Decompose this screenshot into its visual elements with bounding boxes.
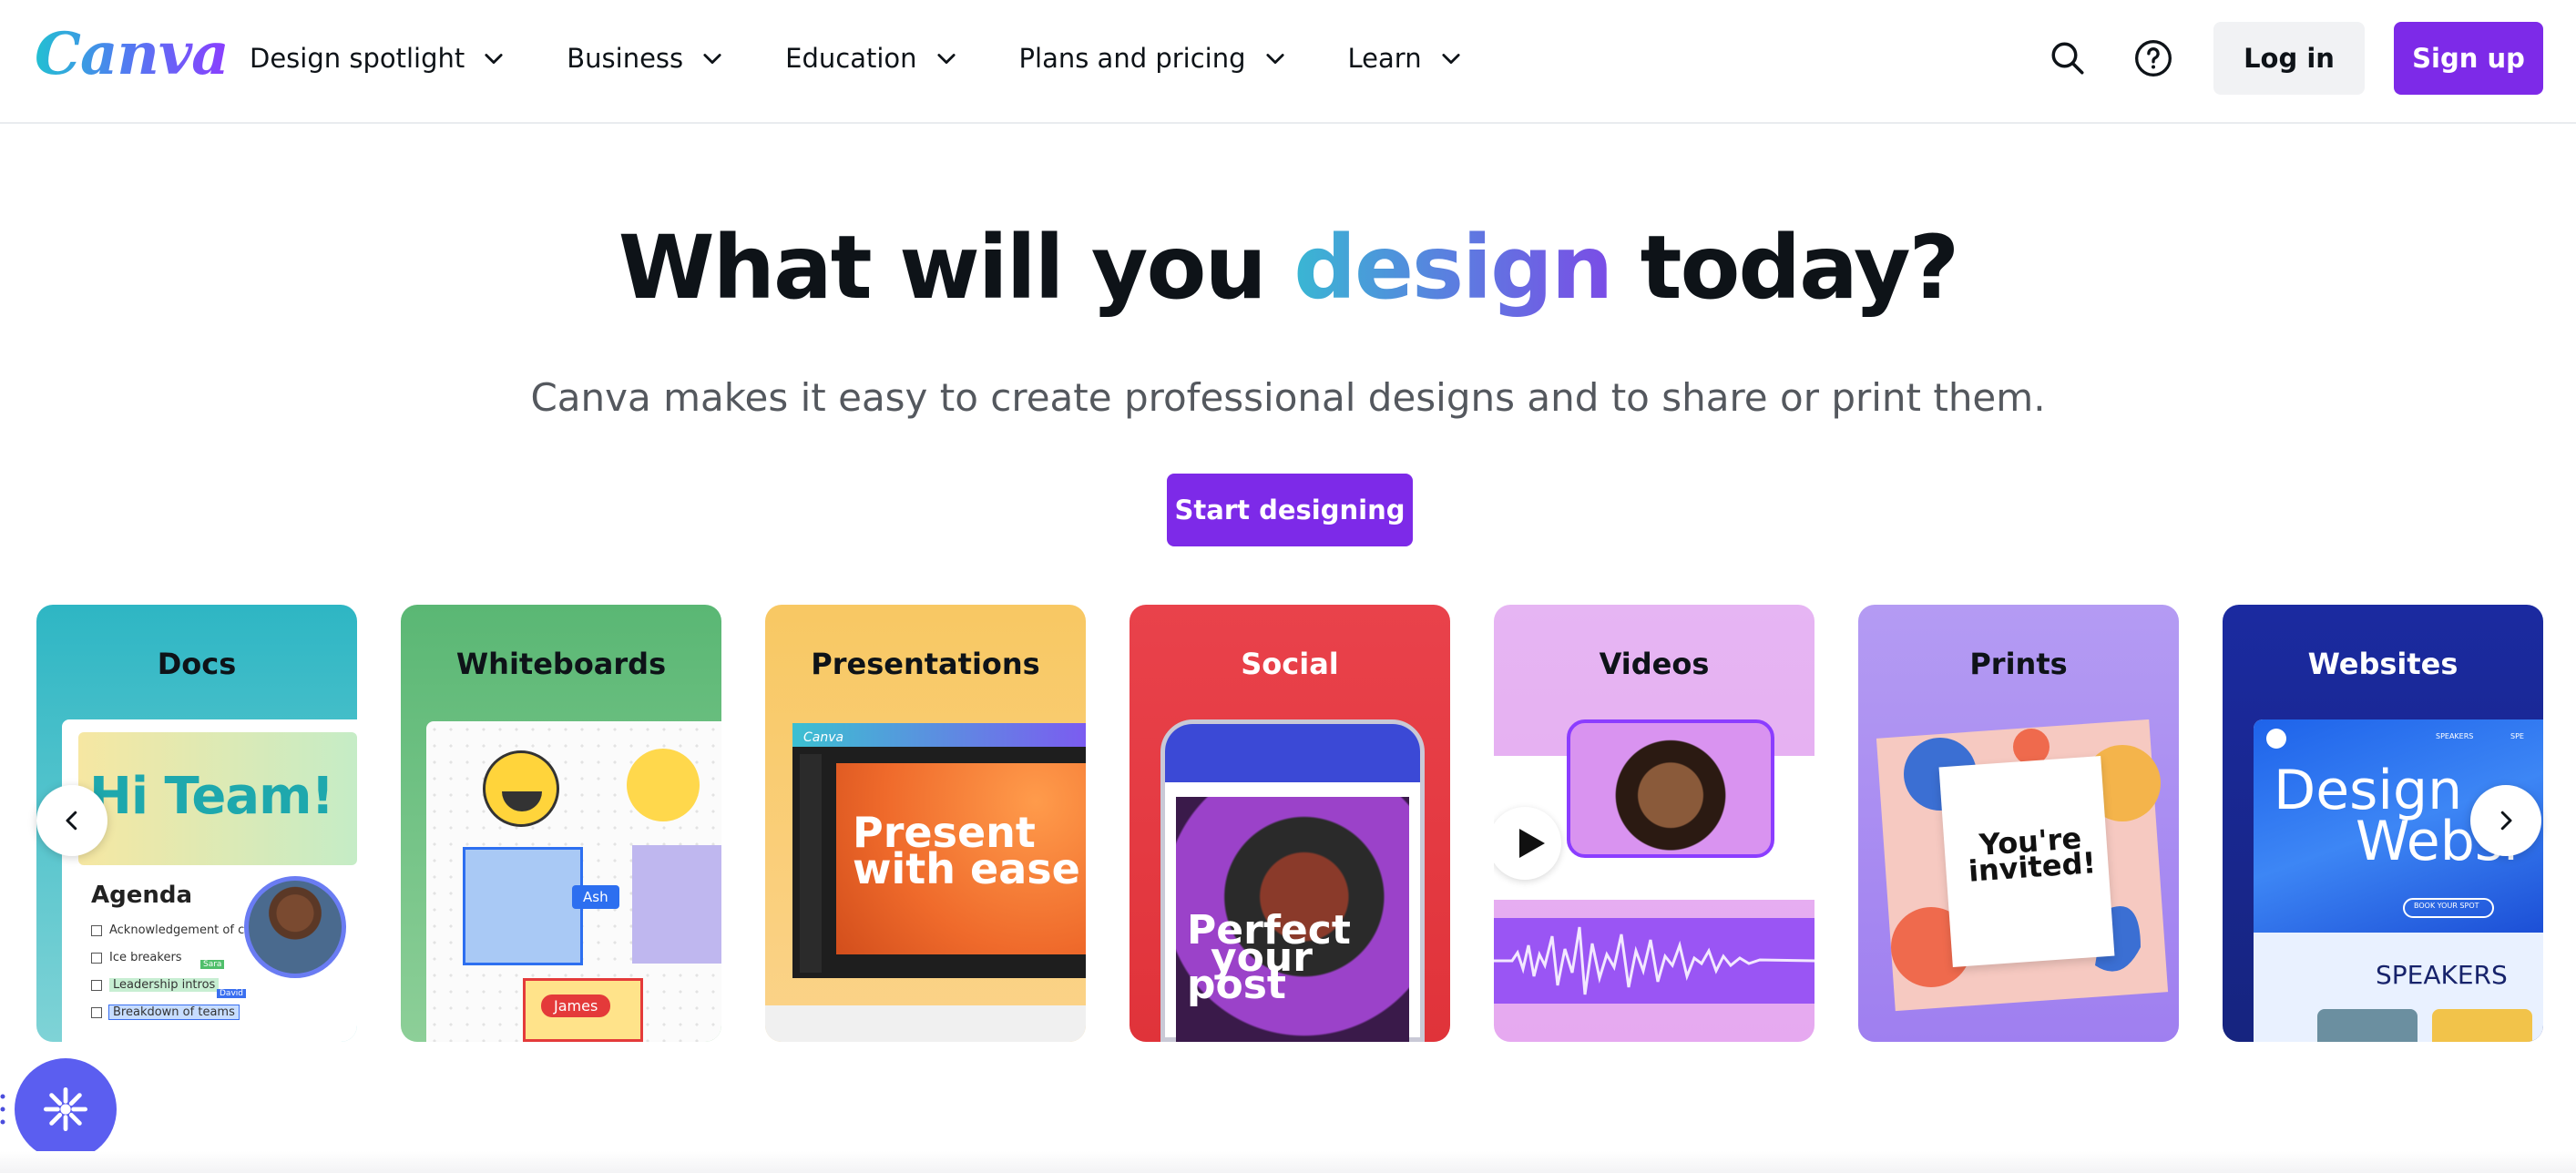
chevron-left-icon <box>66 811 77 831</box>
sign-up-button[interactable]: Sign up <box>2394 22 2543 95</box>
hero-subtitle: Canva makes it easy to create profession… <box>530 375 2046 420</box>
category-card-presentations[interactable]: Presentations Canva Present with ease <box>765 605 1086 1042</box>
canva-logo[interactable]: Canva <box>35 20 230 88</box>
category-card-videos[interactable]: Videos <box>1494 605 1814 1042</box>
chevron-down-icon <box>936 54 956 65</box>
editor-brand: Canva <box>803 730 844 745</box>
checkbox-icon <box>91 979 102 991</box>
website-menu-item: SPEAKERS <box>2436 732 2474 740</box>
sticky-shape <box>632 845 721 964</box>
nav-business[interactable]: Business <box>567 43 725 74</box>
assistant-button[interactable] <box>15 1058 117 1160</box>
top-navigation: Canva Design spotlight Business Educatio… <box>0 0 2576 124</box>
page-fold-divider <box>0 1151 2576 1173</box>
nav-education[interactable]: Education <box>785 43 958 74</box>
nav-item-label: Plans and pricing <box>1018 43 1246 74</box>
docs-item-text: Breakdown of teams <box>108 1005 240 1020</box>
card-title: Presentations <box>811 647 1040 681</box>
chevron-down-icon <box>485 54 503 65</box>
sticky-shape <box>463 847 583 965</box>
website-logo-icon <box>2266 729 2286 749</box>
docs-agenda-item: Breakdown of teams <box>91 1005 240 1020</box>
phone-toolbar <box>1165 724 1420 782</box>
collaborator-tag: David <box>217 989 246 998</box>
docs-agenda-item: Ice breakers <box>91 951 182 964</box>
drag-handle-icon[interactable] <box>0 1091 7 1127</box>
avatar <box>244 876 346 978</box>
docs-item-text: Ice breakers <box>109 951 182 964</box>
hero-title-post: today? <box>1611 217 1960 319</box>
editor-sidebar <box>800 754 822 973</box>
help-icon <box>2135 40 2172 76</box>
sparkle-icon <box>43 1086 88 1132</box>
docs-agenda-item: Leadership intros <box>91 978 220 992</box>
search-button[interactable] <box>2042 33 2093 84</box>
card-title: Prints <box>1969 647 2068 681</box>
website-preview: SPEAKERS SPE Design Websi BOOK YOUR SPOT … <box>2254 719 2543 1042</box>
nav-menu: Design spotlight Business Education Plan… <box>250 33 1524 84</box>
slide-text: Present with ease <box>853 811 1080 893</box>
carousel-next-button[interactable] <box>2470 785 2541 856</box>
laptop-base <box>765 1005 1086 1042</box>
invitation-text: You're invited! <box>1957 821 2106 889</box>
start-designing-button[interactable]: Start designing <box>1167 474 1413 546</box>
website-menu-item: SPE <box>2510 732 2524 740</box>
website-cta-label: BOOK YOUR SPOT <box>2414 902 2479 910</box>
docs-preview: Hi Team! Agenda Acknowledgement of cou I… <box>62 719 357 1042</box>
category-card-whiteboards[interactable]: Whiteboards Ash James <box>401 605 721 1042</box>
hero-title-accent: design <box>1293 217 1613 319</box>
chevron-right-icon <box>2500 811 2512 831</box>
docs-agenda-item: Acknowledgement of cou <box>91 923 259 937</box>
lightbulb-sticker-icon <box>627 749 700 821</box>
docs-banner-text: Hi Team! <box>89 767 334 826</box>
collaborator-tag: Ash <box>572 885 619 909</box>
chevron-down-icon <box>703 54 721 65</box>
invitation-text-line: invited! <box>1967 845 2098 889</box>
nav-item-label: Learn <box>1347 43 1422 74</box>
collaborator-tag: James <box>541 994 611 1017</box>
chevron-down-icon <box>1265 54 1284 65</box>
video-thumbnail <box>1567 719 1774 858</box>
carousel-prev-button[interactable] <box>36 785 107 856</box>
audio-waveform <box>1494 918 1814 1004</box>
speaker-photo <box>2317 1009 2418 1042</box>
nav-item-label: Business <box>567 43 684 74</box>
nav-item-label: Design spotlight <box>250 43 465 74</box>
category-card-social[interactable]: Social Perfect your post <box>1130 605 1450 1042</box>
nav-item-label: Education <box>785 43 917 74</box>
waveform-icon <box>1494 926 1814 995</box>
card-title: Videos <box>1599 647 1710 681</box>
nav-design-spotlight[interactable]: Design spotlight <box>250 43 506 74</box>
nav-learn[interactable]: Learn <box>1348 43 1464 74</box>
hero-title-pre: What will you <box>618 217 1294 319</box>
whiteboard-preview: Ash James <box>426 721 721 1042</box>
website-section-heading: SPEAKERS <box>2376 960 2508 990</box>
card-title: Websites <box>2307 647 2458 681</box>
post-text-line: post <box>1187 962 1286 1008</box>
checkbox-icon <box>91 924 102 936</box>
docs-item-text: Acknowledgement of cou <box>109 923 260 937</box>
search-icon <box>2051 42 2084 75</box>
presentation-preview: Canva Present with ease <box>792 723 1086 978</box>
log-in-button[interactable]: Log in <box>2213 22 2365 95</box>
card-title: Whiteboards <box>455 647 667 681</box>
nav-actions: Log in Sign up <box>2042 22 2543 95</box>
slide-text-line: with ease <box>853 844 1080 893</box>
checkbox-icon <box>91 1006 102 1018</box>
checkbox-icon <box>91 952 102 964</box>
docs-agenda-heading: Agenda <box>91 882 193 909</box>
help-button[interactable] <box>2128 33 2179 84</box>
category-card-prints[interactable]: Prints You're invited! <box>1858 605 2179 1042</box>
collaborator-tag: Sara <box>200 960 225 969</box>
social-post-text: Perfect your post <box>1187 911 1351 1008</box>
hero-title: What will you design today? <box>0 217 2576 319</box>
nav-plans-pricing[interactable]: Plans and pricing <box>1019 43 1288 74</box>
card-title: Social <box>1241 647 1339 681</box>
speaker-photo <box>2432 1009 2532 1042</box>
docs-item-text: Leadership intros <box>109 978 220 992</box>
chevron-down-icon <box>1442 54 1460 65</box>
phone-preview: Perfect your post <box>1160 719 1425 1042</box>
smiley-sticker-icon <box>483 750 559 827</box>
card-title: Docs <box>157 647 237 681</box>
